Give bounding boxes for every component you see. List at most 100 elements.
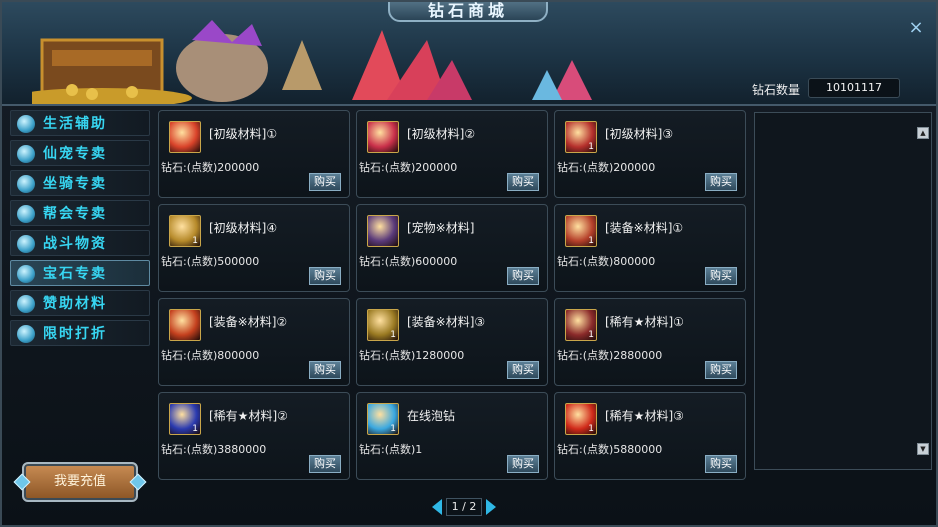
item-price: 钻石:(点数)200000 <box>161 161 260 174</box>
scroll-down-button[interactable]: ▼ <box>917 443 929 455</box>
item-name: [初级材料]② <box>407 127 476 141</box>
item-price: 钻石:(点数)500000 <box>161 255 260 268</box>
shop-item-card[interactable]: 1 [稀有★材料]① 钻石:(点数)2880000 购买 <box>554 298 746 386</box>
sidebar-item[interactable]: 战斗物资 <box>10 230 150 256</box>
paw-icon <box>17 145 35 163</box>
sidebar-item[interactable]: 生活辅助 <box>10 110 150 136</box>
buy-button[interactable]: 购买 <box>507 173 539 191</box>
item-icon[interactable]: 1 <box>565 309 597 341</box>
item-quantity: 1 <box>588 142 594 152</box>
category-sidebar: 生活辅助仙宠专卖坐骑专卖帮会专卖战斗物资宝石专卖赞助材料限时打折 <box>10 110 150 520</box>
item-name: [装备※材料]② <box>209 315 288 329</box>
diamond-shop-window: 钻石商城 × 钻石数量 10101117 生活辅助仙宠专卖坐骑专卖帮会专卖战斗物… <box>0 0 938 527</box>
item-quantity: 1 <box>588 236 594 246</box>
detail-panel: ▲ ▼ <box>754 112 932 470</box>
item-quantity: 1 <box>588 424 594 434</box>
page-indicator: 1 / 2 <box>446 498 482 516</box>
item-price: 钻石:(点数)5880000 <box>557 443 663 456</box>
recharge-button[interactable]: 我要充值 <box>22 462 138 502</box>
item-name: [稀有★材料]① <box>605 315 684 329</box>
sidebar-item[interactable]: 仙宠专卖 <box>10 140 150 166</box>
item-price: 钻石:(点数)200000 <box>359 161 458 174</box>
item-name: [装备※材料]③ <box>407 315 486 329</box>
potion-icon <box>17 115 35 133</box>
shop-item-card[interactable]: 1 [稀有★材料]③ 钻石:(点数)5880000 购买 <box>554 392 746 480</box>
item-price: 钻石:(点数)800000 <box>161 349 260 362</box>
item-quantity: 1 <box>192 236 198 246</box>
next-page-icon[interactable] <box>486 499 496 515</box>
item-icon[interactable] <box>367 215 399 247</box>
item-icon[interactable]: 1 <box>367 309 399 341</box>
item-name: [稀有★材料]② <box>209 409 288 423</box>
item-name: [初级材料]④ <box>209 221 278 235</box>
buy-button[interactable]: 购买 <box>507 361 539 379</box>
item-icon[interactable] <box>367 121 399 153</box>
item-price: 钻石:(点数)200000 <box>557 161 656 174</box>
sidebar-item-label: 限时打折 <box>43 326 107 342</box>
sidebar-item-label: 仙宠专卖 <box>43 146 107 162</box>
item-price: 钻石:(点数)2880000 <box>557 349 663 362</box>
sidebar-item-label: 宝石专卖 <box>43 266 107 282</box>
shop-item-card[interactable]: [装备※材料]② 钻石:(点数)800000 购买 <box>158 298 350 386</box>
shop-item-card[interactable]: 1 在线泡钻钻石:(点数)1 购买 <box>356 392 548 480</box>
item-price: 钻石:(点数)1 <box>359 443 423 456</box>
buy-button[interactable]: 购买 <box>705 361 737 379</box>
item-icon[interactable]: 1 <box>367 403 399 435</box>
buy-button[interactable]: 购买 <box>705 173 737 191</box>
buy-button[interactable]: 购买 <box>507 267 539 285</box>
prev-page-icon[interactable] <box>432 499 442 515</box>
shop-item-card[interactable]: 1 [初级材料]③ 钻石:(点数)200000 购买 <box>554 110 746 198</box>
box-icon <box>17 235 35 253</box>
buy-button[interactable]: 购买 <box>705 267 737 285</box>
item-icon[interactable]: 1 <box>169 403 201 435</box>
item-quantity: 1 <box>390 424 396 434</box>
scroll-up-button[interactable]: ▲ <box>917 127 929 139</box>
guild-icon <box>17 205 35 223</box>
item-price: 钻石:(点数)3880000 <box>161 443 267 456</box>
shop-item-card[interactable]: 1 [稀有★材料]② 钻石:(点数)3880000 购买 <box>158 392 350 480</box>
megaphone-icon <box>17 325 35 343</box>
item-name: [稀有★材料]③ <box>605 409 684 423</box>
item-icon[interactable]: 1 <box>565 403 597 435</box>
item-quantity: 1 <box>588 330 594 340</box>
shop-item-card[interactable]: 1 [初级材料]④ 钻石:(点数)500000 购买 <box>158 204 350 292</box>
diamond-count-value: 10101117 <box>808 78 900 98</box>
buy-button[interactable]: 购买 <box>309 455 341 473</box>
item-name: [初级材料]① <box>209 127 278 141</box>
item-icon[interactable] <box>169 121 201 153</box>
item-price: 钻石:(点数)600000 <box>359 255 458 268</box>
item-name: 在线泡钻 <box>407 409 456 423</box>
item-name: [装备※材料]① <box>605 221 684 235</box>
sponsor-icon <box>17 295 35 313</box>
shop-item-card[interactable]: 1 [装备※材料]③ 钻石:(点数)1280000 购买 <box>356 298 548 386</box>
item-grid: [初级材料]① 钻石:(点数)200000 购买 [初级材料]② 钻石:(点数)2000… <box>158 110 750 486</box>
sidebar-item[interactable]: 帮会专卖 <box>10 200 150 226</box>
item-icon[interactable] <box>169 309 201 341</box>
item-price: 钻石:(点数)1280000 <box>359 349 465 362</box>
item-icon[interactable]: 1 <box>169 215 201 247</box>
sidebar-item[interactable]: 赞助材料 <box>10 290 150 316</box>
buy-button[interactable]: 购买 <box>309 361 341 379</box>
horse-icon <box>17 175 35 193</box>
gem-icon <box>17 265 35 283</box>
diamond-count-label: 钻石数量 <box>752 83 801 97</box>
sidebar-item[interactable]: 限时打折 <box>10 320 150 346</box>
shop-item-card[interactable]: [初级材料]① 钻石:(点数)200000 购买 <box>158 110 350 198</box>
shop-title: 钻石商城 <box>388 2 548 22</box>
buy-button[interactable]: 购买 <box>507 455 539 473</box>
buy-button[interactable]: 购买 <box>309 173 341 191</box>
buy-button[interactable]: 购买 <box>705 455 737 473</box>
sidebar-item-label: 赞助材料 <box>43 296 107 312</box>
item-icon[interactable]: 1 <box>565 121 597 153</box>
close-icon[interactable]: × <box>908 19 924 37</box>
shop-item-card[interactable]: 1 [装备※材料]① 钻石:(点数)800000 购买 <box>554 204 746 292</box>
buy-button[interactable]: 购买 <box>309 267 341 285</box>
item-icon[interactable]: 1 <box>565 215 597 247</box>
pagination: 1 / 2 <box>432 498 496 518</box>
sidebar-item[interactable]: 坐骑专卖 <box>10 170 150 196</box>
shop-item-card[interactable]: [初级材料]② 钻石:(点数)200000 购买 <box>356 110 548 198</box>
sidebar-item[interactable]: 宝石专卖 <box>10 260 150 286</box>
item-quantity: 1 <box>192 424 198 434</box>
shop-item-card[interactable]: [宠物※材料] 钻石:(点数)600000 购买 <box>356 204 548 292</box>
item-name: [宠物※材料] <box>407 221 475 235</box>
